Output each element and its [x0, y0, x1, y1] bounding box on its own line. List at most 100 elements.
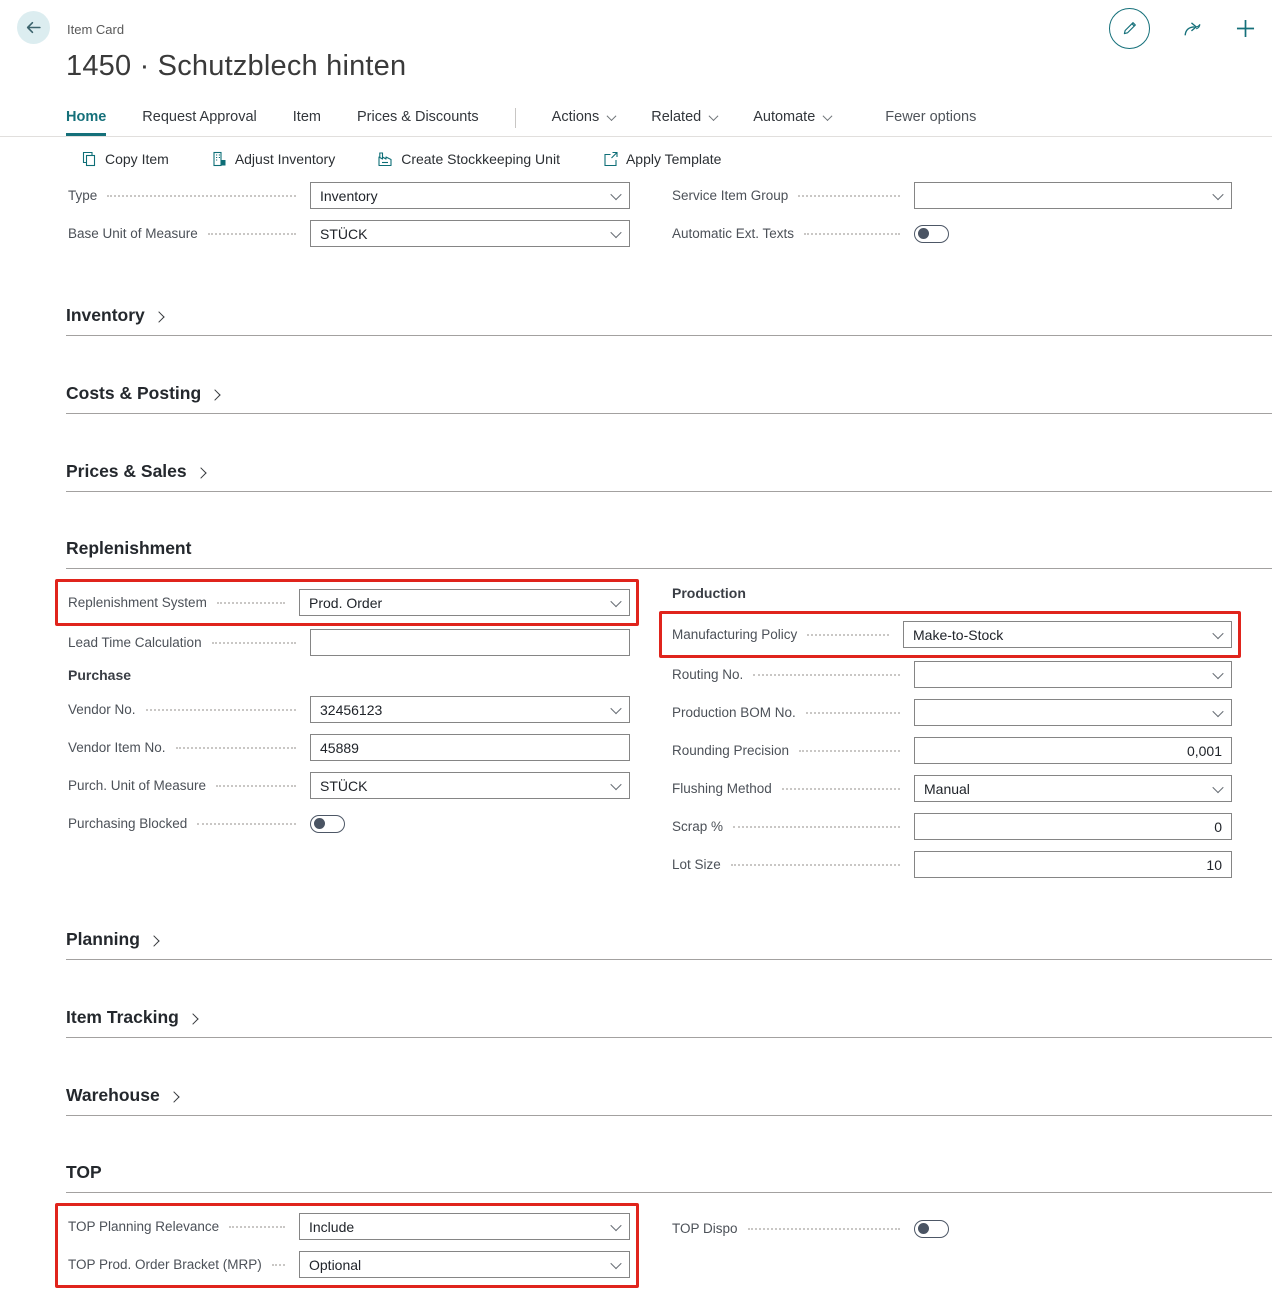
- field-label: Purch. Unit of Measure: [68, 778, 206, 793]
- toggle-knob: [918, 1223, 929, 1234]
- chevron-down-icon: [1212, 781, 1223, 792]
- field-label: Lead Time Calculation: [68, 635, 202, 650]
- top-prod-order-bracket-select[interactable]: Optional: [299, 1251, 630, 1278]
- chevron-down-icon: [1212, 627, 1223, 638]
- lead-time-calculation-input[interactable]: [310, 629, 630, 656]
- dotted-leader: [107, 195, 296, 197]
- field-label: TOP Prod. Order Bracket (MRP): [68, 1257, 262, 1272]
- copy-item-label: Copy Item: [105, 151, 169, 167]
- purchasing-blocked-toggle[interactable]: [310, 815, 345, 833]
- adjust-inventory-icon: [211, 151, 227, 167]
- menu-automate[interactable]: Automate: [753, 104, 831, 136]
- apply-template-button[interactable]: Apply Template: [602, 151, 721, 167]
- service-item-group-select[interactable]: [914, 182, 1232, 209]
- dotted-leader: [807, 634, 889, 636]
- section-replenishment[interactable]: Replenishment: [66, 538, 1272, 569]
- field-value: STÜCK: [320, 226, 367, 242]
- routing-no-select[interactable]: [914, 661, 1232, 688]
- dotted-leader: [146, 709, 296, 711]
- share-icon: [1182, 19, 1203, 39]
- scrap-pct-input[interactable]: 0: [914, 813, 1232, 840]
- dotted-leader: [208, 233, 296, 235]
- tab-label: Item: [293, 109, 321, 125]
- type-select[interactable]: Inventory: [310, 182, 630, 209]
- header-actions: [1109, 8, 1256, 49]
- field-label: Scrap %: [672, 819, 723, 834]
- rounding-precision-input[interactable]: 0,001: [914, 737, 1232, 764]
- section-planning[interactable]: Planning: [66, 929, 1272, 960]
- field-purchasing-blocked: Purchasing Blocked: [66, 810, 630, 837]
- production-subheading: Production: [670, 585, 1232, 601]
- edit-button[interactable]: [1109, 8, 1150, 49]
- manufacturing-policy-select[interactable]: Make-to-Stock: [903, 621, 1232, 648]
- field-scrap-pct: Scrap % 0: [670, 813, 1232, 840]
- automatic-ext-texts-toggle[interactable]: [914, 225, 949, 243]
- general-fastab-fields: Type Inventory Base Unit of Measure STÜC…: [66, 182, 1232, 258]
- tab-item[interactable]: Item: [293, 104, 321, 136]
- field-value: STÜCK: [320, 778, 367, 794]
- fewer-options-button[interactable]: Fewer options: [885, 104, 976, 136]
- dotted-leader: [806, 712, 900, 714]
- tab-label: Request Approval: [142, 109, 256, 125]
- menu-actions[interactable]: Actions: [552, 104, 616, 136]
- section-costs-posting[interactable]: Costs & Posting: [66, 383, 1272, 414]
- action-toolbar: Copy Item Adjust Inventory Create Stockk…: [81, 137, 1272, 180]
- back-button[interactable]: [17, 11, 50, 44]
- share-button[interactable]: [1182, 19, 1203, 39]
- dotted-leader: [798, 195, 900, 197]
- section-top[interactable]: TOP: [66, 1162, 1272, 1193]
- flushing-method-select[interactable]: Manual: [914, 775, 1232, 802]
- section-title: Prices & Sales: [66, 461, 187, 482]
- purch-unit-of-measure-select[interactable]: STÜCK: [310, 772, 630, 799]
- field-top-planning-relevance: TOP Planning Relevance Include: [66, 1213, 630, 1240]
- chevron-down-icon: [610, 226, 621, 237]
- lot-size-input[interactable]: 10: [914, 851, 1232, 878]
- field-label: Production BOM No.: [672, 705, 796, 720]
- create-stockkeeping-unit-label: Create Stockkeeping Unit: [401, 151, 560, 167]
- section-warehouse[interactable]: Warehouse: [66, 1085, 1272, 1116]
- section-title: Replenishment: [66, 538, 191, 559]
- plus-icon: [1235, 18, 1256, 39]
- toggle-knob: [314, 818, 325, 829]
- field-label: Routing No.: [672, 667, 743, 682]
- tab-label: Home: [66, 109, 106, 125]
- replenishment-system-select[interactable]: Prod. Order: [299, 589, 630, 616]
- chevron-down-icon: [1212, 667, 1223, 678]
- dotted-leader: [782, 788, 900, 790]
- dotted-leader: [217, 602, 285, 604]
- field-manufacturing-policy: Manufacturing Policy Make-to-Stock: [670, 621, 1232, 648]
- production-bom-no-select[interactable]: [914, 699, 1232, 726]
- field-lot-size: Lot Size 10: [670, 851, 1232, 878]
- top-dispo-toggle[interactable]: [914, 1220, 949, 1238]
- chevron-right-icon: [187, 1013, 198, 1024]
- base-unit-of-measure-select[interactable]: STÜCK: [310, 220, 630, 247]
- tab-prices-discounts[interactable]: Prices & Discounts: [357, 104, 479, 136]
- create-stockkeeping-unit-button[interactable]: Create Stockkeeping Unit: [377, 151, 560, 167]
- menu-related[interactable]: Related: [651, 104, 717, 136]
- back-arrow-icon: [25, 19, 42, 36]
- vendor-no-select[interactable]: 32456123: [310, 696, 630, 723]
- chevron-down-icon: [709, 111, 719, 121]
- vendor-item-no-input[interactable]: 45889: [310, 734, 630, 761]
- apply-template-label: Apply Template: [626, 151, 721, 167]
- page-header: Item Card 1450 · Schutzblech hinten: [0, 0, 1272, 100]
- section-item-tracking[interactable]: Item Tracking: [66, 1007, 1272, 1038]
- add-button[interactable]: [1235, 18, 1256, 39]
- section-inventory[interactable]: Inventory: [66, 305, 1272, 336]
- copy-item-button[interactable]: Copy Item: [81, 151, 169, 167]
- field-value: Include: [309, 1219, 354, 1235]
- adjust-inventory-button[interactable]: Adjust Inventory: [211, 151, 335, 167]
- dotted-leader: [731, 864, 900, 866]
- top-planning-relevance-select[interactable]: Include: [299, 1213, 630, 1240]
- toggle-knob: [918, 228, 929, 239]
- tab-home[interactable]: Home: [66, 104, 106, 136]
- chevron-down-icon: [610, 1257, 621, 1268]
- tab-request-approval[interactable]: Request Approval: [142, 104, 256, 136]
- field-routing-no: Routing No.: [670, 661, 1232, 688]
- section-prices-sales[interactable]: Prices & Sales: [66, 461, 1272, 492]
- replenishment-content: Replenishment System Prod. Order Lead Ti…: [0, 569, 1272, 889]
- field-vendor-item-no: Vendor Item No. 45889: [66, 734, 630, 761]
- purchase-subheading: Purchase: [66, 667, 630, 683]
- chevron-down-icon: [610, 702, 621, 713]
- field-value: Inventory: [320, 188, 378, 204]
